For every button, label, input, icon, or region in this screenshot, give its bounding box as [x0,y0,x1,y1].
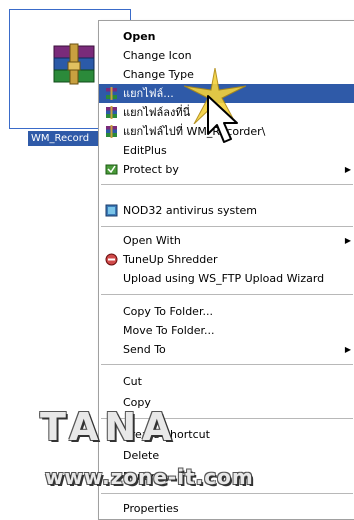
menu-item-tuneup-shredder[interactable]: TuneUp Shredder [99,250,354,269]
winrar-icon [106,125,117,138]
menu-item-send-to[interactable]: Send To ▶ [99,340,354,359]
menu-item-protect-by[interactable]: Protect by ▶ [99,160,354,179]
menu-separator [101,294,353,295]
menu-separator [101,184,353,185]
nod32-icon [105,204,118,217]
watermark-url: www.zone-it.com [45,465,254,489]
menu-separator [101,364,353,365]
protect-icon [105,164,118,175]
menu-item-nod32[interactable]: NOD32 antivirus system [99,201,354,220]
menu-item-open-with[interactable]: Open With ▶ [99,231,354,250]
menu-item-cut[interactable]: Cut [99,372,354,391]
menu-item-properties[interactable]: Properties [99,499,354,518]
watermark-brand: TANA [40,405,178,449]
menu-item-move-to-folder[interactable]: Move To Folder... [99,321,354,340]
shredder-icon [105,253,118,266]
winrar-icon [106,106,117,119]
menu-separator [101,493,353,494]
submenu-arrow-icon: ▶ [344,345,351,354]
menu-separator [101,226,353,227]
menu-item-open[interactable]: Open [99,27,354,46]
winrar-archive-icon [53,43,95,85]
submenu-arrow-icon: ▶ [344,236,351,245]
menu-item-copy-to-folder[interactable]: Copy To Folder... [99,302,354,321]
winrar-icon [106,87,117,100]
mouse-cursor-icon [207,95,238,143]
submenu-arrow-icon: ▶ [344,165,351,174]
menu-item-ws-ftp-upload[interactable]: Upload using WS_FTP Upload Wizard [99,269,354,288]
menu-item-change-icon[interactable]: Change Icon [99,46,354,65]
